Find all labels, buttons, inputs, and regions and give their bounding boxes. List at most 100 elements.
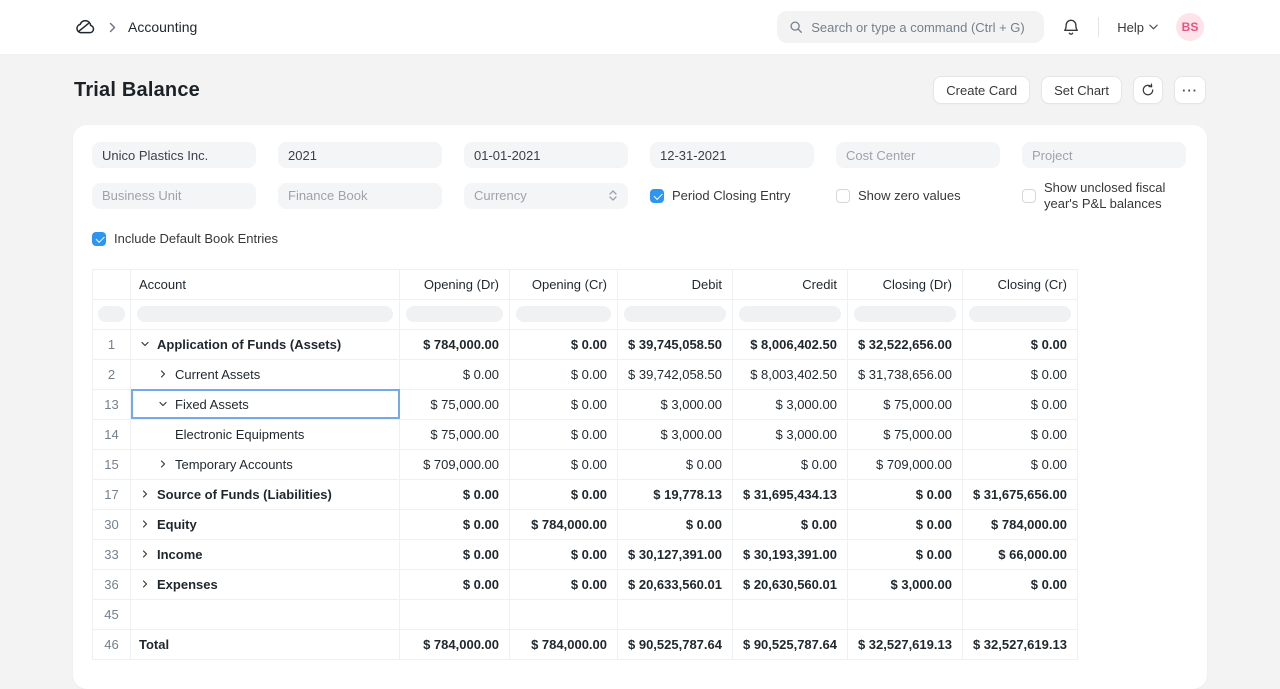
column-filter-chip[interactable] — [739, 306, 841, 322]
amount-cell[interactable] — [962, 599, 1077, 629]
account-cell[interactable] — [131, 599, 400, 629]
column-header[interactable]: Closing (Cr) — [962, 269, 1077, 299]
account-cell[interactable]: Income — [131, 539, 400, 569]
account-cell[interactable]: Total — [131, 629, 400, 659]
chevron-right-icon[interactable] — [139, 518, 151, 530]
chevron-right-icon[interactable] — [139, 488, 151, 500]
company-input[interactable]: Unico Plastics Inc. — [92, 142, 256, 168]
amount-cell[interactable]: $ 784,000.00 — [510, 509, 618, 539]
column-filter-cell[interactable] — [93, 299, 131, 329]
amount-cell[interactable]: $ 32,527,619.13 — [962, 629, 1077, 659]
amount-cell[interactable]: $ 0.00 — [847, 479, 962, 509]
column-filter-chip[interactable] — [516, 306, 611, 322]
amount-cell[interactable] — [732, 599, 847, 629]
amount-cell[interactable]: $ 66,000.00 — [962, 539, 1077, 569]
account-cell[interactable]: Source of Funds (Liabilities) — [131, 479, 400, 509]
amount-cell[interactable]: $ 30,193,391.00 — [732, 539, 847, 569]
amount-cell[interactable]: $ 0.00 — [510, 329, 618, 359]
notifications-bell-icon[interactable] — [1062, 18, 1080, 37]
show-unclosed-pl-checkbox-box[interactable] — [1022, 189, 1036, 203]
column-header[interactable]: Debit — [618, 269, 733, 299]
amount-cell[interactable]: $ 3,000.00 — [618, 389, 733, 419]
column-filter-cell[interactable] — [400, 299, 510, 329]
account-cell[interactable]: Expenses — [131, 569, 400, 599]
column-filter-chip[interactable] — [137, 306, 393, 322]
set-chart-button[interactable]: Set Chart — [1041, 76, 1122, 104]
amount-cell[interactable]: $ 31,695,434.13 — [732, 479, 847, 509]
amount-cell[interactable]: $ 39,742,058.50 — [618, 359, 733, 389]
amount-cell[interactable]: $ 0.00 — [962, 329, 1077, 359]
amount-cell[interactable]: $ 0.00 — [962, 359, 1077, 389]
amount-cell[interactable]: $ 784,000.00 — [510, 629, 618, 659]
amount-cell[interactable]: $ 32,522,656.00 — [847, 329, 962, 359]
breadcrumb[interactable]: Accounting — [128, 19, 197, 35]
amount-cell[interactable]: $ 3,000.00 — [618, 419, 733, 449]
amount-cell[interactable]: $ 75,000.00 — [847, 419, 962, 449]
amount-cell[interactable]: $ 19,778.13 — [618, 479, 733, 509]
create-card-button[interactable]: Create Card — [933, 76, 1030, 104]
account-cell[interactable]: Temporary Accounts — [131, 449, 400, 479]
amount-cell[interactable]: $ 90,525,787.64 — [618, 629, 733, 659]
amount-cell[interactable]: $ 0.00 — [510, 449, 618, 479]
to-date-input[interactable]: 12-31-2021 — [650, 142, 814, 168]
amount-cell[interactable]: $ 0.00 — [510, 419, 618, 449]
amount-cell[interactable]: $ 0.00 — [962, 389, 1077, 419]
column-header[interactable]: Opening (Cr) — [510, 269, 618, 299]
period-closing-entry-checkbox-box[interactable] — [650, 189, 664, 203]
amount-cell[interactable]: $ 39,745,058.50 — [618, 329, 733, 359]
show-zero-values-checkbox-box[interactable] — [836, 189, 850, 203]
column-filter-chip[interactable] — [969, 306, 1071, 322]
amount-cell[interactable]: $ 709,000.00 — [847, 449, 962, 479]
show-zero-values-checkbox[interactable]: Show zero values — [836, 188, 1000, 204]
amount-cell[interactable] — [618, 599, 733, 629]
chevron-down-icon[interactable] — [139, 338, 151, 350]
amount-cell[interactable]: $ 0.00 — [400, 539, 510, 569]
amount-cell[interactable]: $ 0.00 — [400, 569, 510, 599]
column-filter-chip[interactable] — [624, 306, 726, 322]
chevron-right-icon[interactable] — [157, 458, 169, 470]
amount-cell[interactable]: $ 0.00 — [510, 569, 618, 599]
include-default-book-entries-checkbox-box[interactable] — [92, 232, 106, 246]
column-filter-cell[interactable] — [847, 299, 962, 329]
amount-cell[interactable]: $ 0.00 — [400, 359, 510, 389]
amount-cell[interactable]: $ 32,527,619.13 — [847, 629, 962, 659]
column-header[interactable]: Credit — [732, 269, 847, 299]
account-cell[interactable]: Electronic Equipments — [131, 419, 400, 449]
column-filter-chip[interactable] — [406, 306, 503, 322]
amount-cell[interactable]: $ 0.00 — [510, 539, 618, 569]
chevron-down-icon[interactable] — [157, 398, 169, 410]
show-unclosed-pl-checkbox[interactable]: Show unclosed fiscal year's P&L balances — [1022, 180, 1186, 211]
chevron-right-icon[interactable] — [157, 368, 169, 380]
refresh-button[interactable] — [1133, 76, 1163, 104]
column-filter-cell[interactable] — [131, 299, 400, 329]
amount-cell[interactable]: $ 0.00 — [962, 419, 1077, 449]
account-cell[interactable]: Equity — [131, 509, 400, 539]
amount-cell[interactable]: $ 75,000.00 — [400, 389, 510, 419]
currency-select[interactable]: Currency — [464, 183, 628, 209]
amount-cell[interactable]: $ 0.00 — [510, 479, 618, 509]
column-filter-cell[interactable] — [732, 299, 847, 329]
amount-cell[interactable]: $ 709,000.00 — [400, 449, 510, 479]
amount-cell[interactable]: $ 0.00 — [732, 509, 847, 539]
avatar[interactable]: BS — [1176, 13, 1204, 41]
search-input[interactable]: Search or type a command (Ctrl + G) — [777, 11, 1044, 43]
period-closing-entry-checkbox[interactable]: Period Closing Entry — [650, 188, 814, 204]
project-input[interactable]: Project — [1022, 142, 1186, 168]
amount-cell[interactable]: $ 31,675,656.00 — [962, 479, 1077, 509]
amount-cell[interactable]: $ 0.00 — [962, 449, 1077, 479]
fiscal-year-input[interactable]: 2021 — [278, 142, 442, 168]
amount-cell[interactable]: $ 0.00 — [510, 359, 618, 389]
account-cell[interactable]: Fixed Assets — [131, 389, 400, 419]
from-date-input[interactable]: 01-01-2021 — [464, 142, 628, 168]
amount-cell[interactable]: $ 0.00 — [847, 539, 962, 569]
column-filter-cell[interactable] — [510, 299, 618, 329]
amount-cell[interactable]: $ 0.00 — [618, 449, 733, 479]
help-menu[interactable]: Help — [1117, 20, 1158, 35]
business-unit-input[interactable]: Business Unit — [92, 183, 256, 209]
column-filter-cell[interactable] — [962, 299, 1077, 329]
amount-cell[interactable]: $ 31,738,656.00 — [847, 359, 962, 389]
amount-cell[interactable]: $ 0.00 — [962, 569, 1077, 599]
amount-cell[interactable]: $ 30,127,391.00 — [618, 539, 733, 569]
amount-cell[interactable]: $ 8,003,402.50 — [732, 359, 847, 389]
amount-cell[interactable]: $ 0.00 — [400, 479, 510, 509]
